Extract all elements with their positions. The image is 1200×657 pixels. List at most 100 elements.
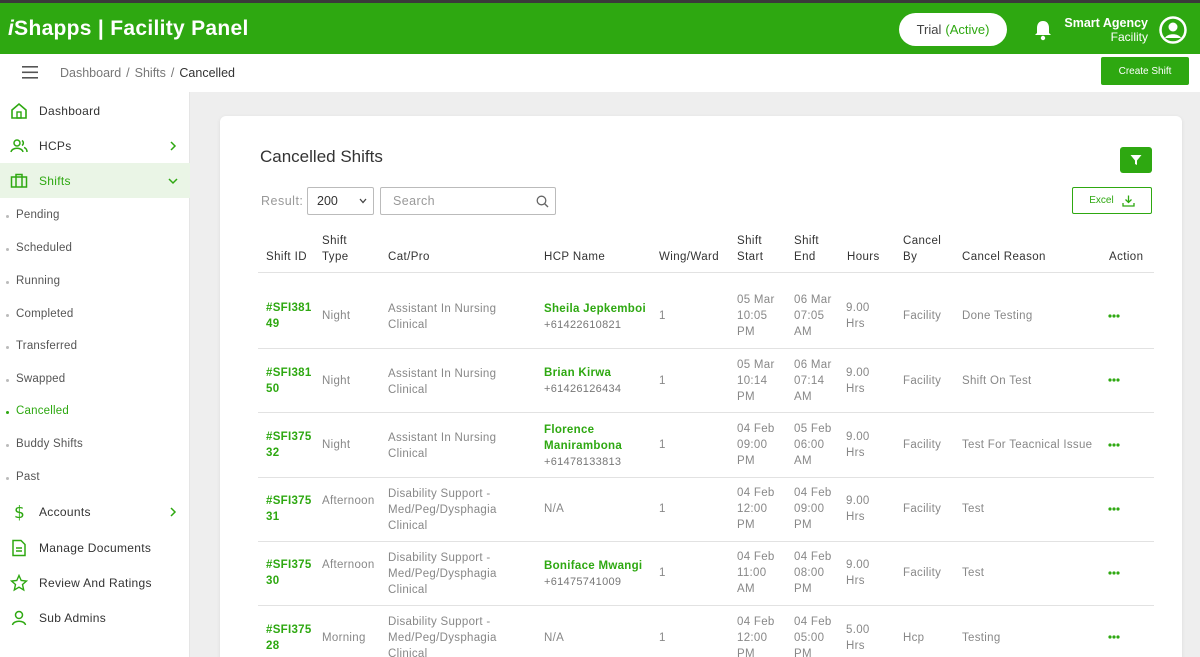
- table-row-end: 05 Feb 06:00 AM: [794, 423, 832, 467]
- table-row-hours: 9.00 Hrs: [846, 431, 870, 459]
- users-icon: [10, 138, 28, 152]
- hamburger-menu-icon[interactable]: [22, 66, 38, 79]
- search-icon: [536, 195, 549, 208]
- more-actions-icon[interactable]: [1108, 314, 1120, 318]
- table-row-cancel-reason: Test For Teacnical Issue: [962, 439, 1093, 451]
- col-shift-end: Shift End: [794, 235, 820, 263]
- breadcrumb-shifts[interactable]: Shifts: [135, 66, 166, 80]
- table-row-start: 05 Mar 10:05 PM: [737, 294, 775, 338]
- breadcrumb-dashboard[interactable]: Dashboard: [60, 66, 121, 80]
- table-row-hcp[interactable]: Florence Manirambona +61478133813: [544, 422, 652, 470]
- filter-icon: [1130, 155, 1142, 165]
- table-row-cancel-reason: Shift On Test: [962, 375, 1032, 387]
- table-row-start: 04 Feb 11:00 AM: [737, 551, 775, 595]
- trial-status-button[interactable]: Trial (Active): [899, 13, 1007, 46]
- chevron-right-icon: [170, 140, 177, 151]
- table-row-hours: 9.00 Hrs: [846, 495, 870, 523]
- table-row-cancel-reason: Test: [962, 503, 985, 515]
- table-row-hcp[interactable]: Brian Kirwa +61426126434: [544, 365, 621, 397]
- table-row-shift-id[interactable]: #SFI38150: [266, 365, 314, 397]
- sidebar-item-shifts[interactable]: Shifts: [0, 163, 190, 198]
- table-row-hcp[interactable]: Sheila Jepkemboi +61422610821: [544, 301, 646, 333]
- result-label: Result:: [261, 194, 304, 208]
- more-actions-icon[interactable]: [1108, 507, 1120, 511]
- col-shift-start: Shift Start: [737, 235, 764, 263]
- table-row-cancel-by: Hcp: [903, 632, 925, 644]
- download-icon: [1122, 195, 1135, 207]
- table-row-hours: 9.00 Hrs: [846, 302, 870, 330]
- sidebar-item-dashboard[interactable]: Dashboard: [0, 93, 190, 128]
- sidebar-item-accounts[interactable]: $ Accounts: [0, 494, 190, 529]
- table-row-shift-type: Afternoon: [322, 495, 375, 507]
- table-row-start: 04 Feb 12:00 PM: [737, 487, 775, 531]
- table-row-end: 04 Feb 05:00 PM: [794, 616, 832, 657]
- table-row-category: Disability Support - Med/Peg/Dysphagia Cli…: [388, 488, 497, 532]
- table-row-category: Assistant In Nursing Clinical: [388, 368, 497, 396]
- col-cancel-reason: Cancel Reason: [962, 251, 1046, 263]
- table-row-ward: 1: [659, 310, 666, 322]
- table-row-ward: 1: [659, 375, 666, 387]
- table-row-cancel-reason: Testing: [962, 632, 1001, 644]
- table-row-shift-id[interactable]: #SFI37532: [266, 429, 314, 461]
- sidebar-item-hcps[interactable]: HCPs: [0, 128, 190, 163]
- col-action: Action: [1109, 251, 1144, 263]
- search-input[interactable]: Search: [380, 187, 556, 215]
- user-icon: [11, 610, 27, 625]
- row-divider: [258, 605, 1154, 606]
- col-cancel-by: Cancel By: [903, 235, 942, 263]
- table-row-hcp: N/A: [544, 503, 565, 515]
- chevron-down-icon: [359, 198, 367, 204]
- filter-button[interactable]: [1120, 147, 1152, 173]
- dollar-icon: $: [14, 503, 25, 521]
- table-row-start: 05 Mar 10:14 PM: [737, 359, 775, 403]
- table-row-category: Disability Support - Med/Peg/Dysphagia Cli…: [388, 616, 497, 657]
- sidebar-item-sub-admins[interactable]: Sub Admins: [0, 600, 190, 635]
- col-hcp-name: HCP Name: [544, 251, 606, 263]
- table-row-end: 06 Mar 07:05 AM: [794, 294, 832, 338]
- sidebar-item-manage-documents[interactable]: Manage Documents: [0, 530, 190, 565]
- table-row-shift-id[interactable]: #SFI37530: [266, 557, 314, 589]
- excel-export-button[interactable]: Excel: [1072, 187, 1152, 214]
- table-row-hcp[interactable]: Boniface Mwangi +61475741009: [544, 558, 642, 590]
- table-row-shift-id[interactable]: #SFI38149: [266, 300, 314, 332]
- table-row-hcp: N/A: [544, 632, 565, 644]
- chevron-down-icon: [168, 177, 178, 184]
- breadcrumb-current: Cancelled: [179, 66, 235, 80]
- col-hours: Hours: [847, 251, 880, 263]
- row-divider: [258, 348, 1154, 349]
- more-actions-icon[interactable]: [1108, 635, 1120, 639]
- table-header-divider: [258, 272, 1154, 273]
- sidebar-item-review-ratings[interactable]: Review And Ratings: [0, 565, 190, 600]
- col-shift-type: Shift Type: [322, 235, 349, 263]
- table-row-shift-id[interactable]: #SFI37528: [266, 622, 314, 654]
- more-actions-icon[interactable]: [1108, 571, 1120, 575]
- table-row-shift-type: Afternoon: [322, 559, 375, 571]
- result-count-select[interactable]: 200: [307, 187, 374, 215]
- more-actions-icon[interactable]: [1108, 378, 1120, 382]
- table-row-shift-id[interactable]: #SFI37531: [266, 493, 314, 525]
- table-row-start: 04 Feb 12:00 PM: [737, 616, 775, 657]
- chevron-right-icon: [170, 506, 177, 517]
- breadcrumb-bar: Dashboard / Shifts / Cancelled: [0, 54, 1200, 92]
- table-row-hours: 9.00 Hrs: [846, 559, 870, 587]
- table-row-category: Disability Support - Med/Peg/Dysphagia Cli…: [388, 552, 497, 596]
- table-row-shift-type: Morning: [322, 632, 366, 644]
- row-divider: [258, 477, 1154, 478]
- table-row-ward: 1: [659, 503, 666, 515]
- table-row-ward: 1: [659, 439, 666, 451]
- table-row-category: Assistant In Nursing Clinical: [388, 303, 497, 331]
- user-avatar-icon[interactable]: [1159, 16, 1187, 44]
- table-row-end: 04 Feb 09:00 PM: [794, 487, 832, 531]
- breadcrumb: Dashboard / Shifts / Cancelled: [60, 66, 235, 80]
- table-row-ward: 1: [659, 567, 666, 579]
- row-divider: [258, 412, 1154, 413]
- agency-info[interactable]: Smart Agency Facility: [1064, 16, 1148, 44]
- bell-icon[interactable]: [1033, 19, 1053, 41]
- star-icon: [10, 573, 28, 591]
- create-shift-button[interactable]: Create Shift: [1101, 57, 1189, 85]
- row-divider: [258, 541, 1154, 542]
- more-actions-icon[interactable]: [1108, 443, 1120, 447]
- table-row-cancel-by: Facility: [903, 503, 942, 515]
- table-row-shift-type: Night: [322, 375, 351, 387]
- col-wing-ward: Wing/Ward: [659, 251, 720, 263]
